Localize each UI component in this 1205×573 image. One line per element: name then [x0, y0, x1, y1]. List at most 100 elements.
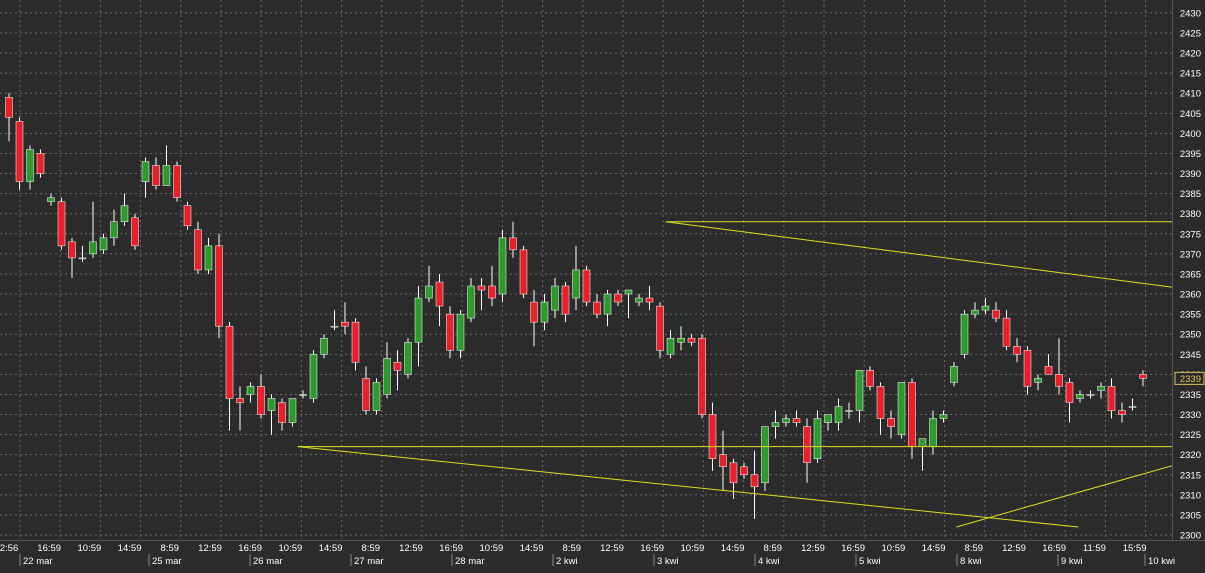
- candle-body-up: [782, 418, 790, 423]
- price-tick-label: 2360: [1180, 290, 1201, 301]
- candle-body-up: [939, 414, 948, 419]
- time-tick-label: 14:59: [319, 543, 343, 554]
- candle-body-down: [729, 462, 738, 484]
- time-tick-label: 16:59: [841, 543, 865, 554]
- candle-body-down: [15, 121, 24, 182]
- price-tick-label: 2335: [1180, 390, 1201, 401]
- candle-body-up: [414, 297, 423, 343]
- candle-body-down: [792, 418, 801, 423]
- candle-body-down: [719, 454, 727, 467]
- time-tick-label: 14:59: [118, 543, 142, 554]
- candle: [761, 426, 769, 491]
- price-tick-label: 2390: [1180, 169, 1201, 180]
- candle-body-down: [992, 309, 1000, 319]
- date-tick-label: 5 kwi: [859, 556, 881, 567]
- time-tick-label: 8:59: [764, 543, 783, 554]
- price-tick-label: 2405: [1180, 109, 1201, 120]
- candle-body-down: [236, 398, 244, 403]
- candle-body-up: [246, 386, 255, 395]
- time-tick-label: 10:59: [480, 543, 504, 554]
- date-tick-label: 27 mar: [354, 556, 384, 567]
- candle-body-down: [645, 297, 654, 303]
- candle-body-up: [551, 285, 559, 311]
- candle-body-down: [57, 201, 66, 247]
- candle: [36, 149, 45, 178]
- candle: [519, 245, 528, 299]
- candle-body-down: [341, 321, 349, 327]
- candle-body-down: [351, 321, 360, 363]
- candle-body-down: [362, 378, 370, 411]
- time-tick-label: 2:56: [0, 543, 18, 554]
- candle-body-up: [540, 301, 549, 323]
- candle-body-down: [687, 337, 696, 343]
- price-tick-label: 2380: [1180, 209, 1201, 220]
- time-tick-label: 10:59: [279, 543, 303, 554]
- price-tick-label: 2430: [1180, 8, 1201, 19]
- candle-body-up: [824, 414, 832, 423]
- candle-body-up: [950, 366, 958, 383]
- candle-body-down: [593, 301, 601, 315]
- candle-body-down: [278, 402, 286, 423]
- candle-body-down: [173, 165, 181, 198]
- price-tick-label: 2415: [1180, 69, 1201, 80]
- candle-body-down: [194, 229, 202, 271]
- candle: [446, 306, 454, 359]
- candle-body-up: [110, 221, 118, 239]
- candle-body-down: [698, 337, 706, 415]
- candle-body-down: [225, 325, 234, 399]
- candle: [15, 117, 24, 190]
- date-tick-label: 2 kwi: [556, 556, 578, 567]
- candle-body-up: [467, 285, 475, 319]
- candle-body-up: [1086, 394, 1095, 396]
- date-tick-label: 4 kwi: [758, 556, 780, 567]
- candle-body-down: [656, 305, 664, 351]
- time-tick-label: 8:59: [362, 543, 381, 554]
- candle-body-down: [1107, 386, 1116, 411]
- price-tick-label: 2320: [1180, 450, 1201, 461]
- candle-body-up: [89, 241, 97, 255]
- candlestick-chart: 2300230523102315232023252330233523402345…: [0, 0, 1205, 568]
- candle-body-down: [1013, 345, 1021, 355]
- candle-body-down: [1139, 374, 1147, 379]
- candle-body-down: [1118, 410, 1126, 415]
- candle-body-up: [761, 426, 769, 484]
- candle-body-up: [498, 237, 507, 295]
- candle-body-down: [708, 414, 717, 459]
- candle-body-up: [372, 382, 381, 411]
- candle: [404, 338, 412, 379]
- date-tick-label: 3 kwi: [657, 556, 679, 567]
- candle-body-up: [309, 354, 318, 399]
- candle: [215, 233, 223, 339]
- candle-body-up: [78, 257, 87, 260]
- candle-body-down: [1002, 317, 1011, 347]
- price-tick-label: 2345: [1180, 350, 1201, 361]
- candle-body-up: [26, 149, 34, 182]
- candle-body-down: [519, 249, 528, 295]
- candle-body-down: [36, 153, 45, 174]
- candle: [288, 398, 297, 427]
- candle-body-up: [162, 165, 171, 186]
- time-tick-label: 12:59: [1002, 543, 1026, 554]
- time-tick-label: 11:59: [1083, 543, 1106, 554]
- candle-body-up: [99, 237, 108, 251]
- time-tick-label: 12:59: [198, 543, 222, 554]
- price-tick-label: 2395: [1180, 149, 1201, 160]
- candle-body-up: [47, 197, 55, 202]
- price-tick-label: 2370: [1180, 249, 1201, 260]
- candle-body-down: [876, 386, 885, 419]
- date-tick-label: 28 mar: [455, 556, 485, 567]
- candle-body-up: [120, 205, 129, 223]
- candle-body-down: [257, 386, 265, 415]
- candle-body-down: [131, 217, 139, 247]
- price-tick-label: 2385: [1180, 189, 1201, 200]
- candle-body-up: [404, 341, 412, 375]
- candle-body-down: [1065, 382, 1074, 403]
- candle-body-up: [666, 337, 675, 355]
- candle: [813, 410, 822, 463]
- candle-body-up: [267, 398, 276, 411]
- price-tick-label: 2355: [1180, 310, 1201, 321]
- date-tick-label: 22 mar: [23, 556, 53, 567]
- last-price-marker: 2339: [1174, 371, 1205, 385]
- time-tick-label: 15:59: [1123, 543, 1147, 554]
- candle-body-up: [918, 438, 927, 447]
